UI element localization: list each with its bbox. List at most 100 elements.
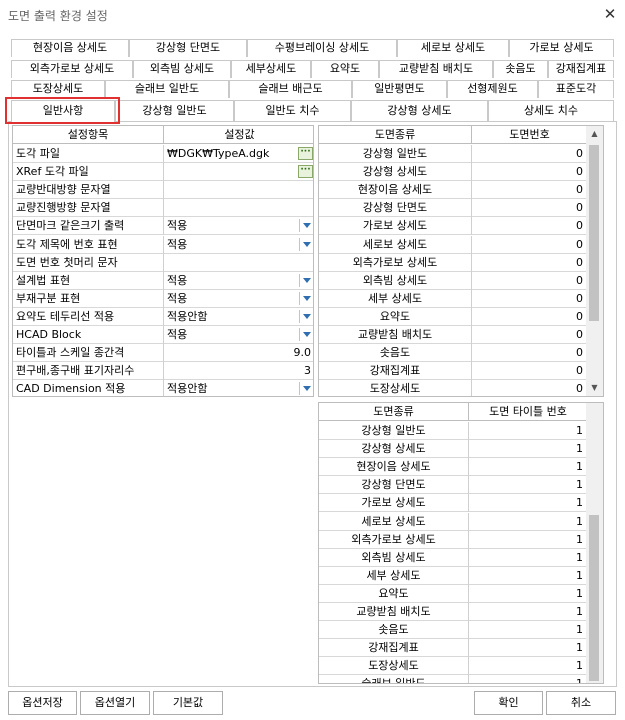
number-cell[interactable]: 0 (472, 271, 588, 290)
setting-value-field[interactable] (164, 163, 313, 181)
tab-slab-general[interactable]: 슬래브 일반도 (105, 80, 229, 98)
setting-select[interactable]: 적용 (164, 326, 313, 344)
tab-alignment-data[interactable]: 선형제원도 (447, 80, 538, 98)
chevron-down-icon[interactable] (299, 382, 313, 396)
number-cell[interactable]: 0 (472, 217, 588, 236)
drawing-type-cell: 강상형 상세도 (319, 163, 472, 182)
setting-value-field[interactable]: ₩DGK₩TypeA.dgk (164, 145, 313, 163)
setting-value-field[interactable] (164, 199, 313, 217)
tab-slab-reinforcement[interactable]: 슬래브 배근도 (229, 80, 352, 98)
number-cell[interactable]: 1 (469, 621, 588, 640)
tab-steel-summary[interactable]: 강재집계표 (548, 60, 614, 78)
number-cell[interactable]: 1 (469, 440, 588, 459)
number-cell[interactable]: 0 (472, 181, 588, 200)
table-row: 강상형 상세도 1 (319, 440, 588, 459)
defaults-button[interactable]: 기본값 (153, 691, 223, 715)
tab-camber[interactable]: 솟음도 (493, 60, 548, 78)
number-cell[interactable]: 0 (472, 362, 588, 381)
tab-box-girder-detail[interactable]: 강상형 상세도 (351, 100, 488, 122)
setting-value-field[interactable] (164, 181, 313, 199)
scroll-thumb[interactable] (589, 145, 599, 321)
setting-select[interactable]: 적용 (164, 272, 313, 290)
save-options-button[interactable]: 옵션저장 (8, 691, 77, 715)
ellipsis-icon[interactable]: ··· (298, 165, 313, 179)
setting-value-field[interactable]: 9.0 (164, 344, 313, 362)
tab-outer-beam-detail[interactable]: 외측빔 상세도 (133, 60, 231, 78)
number-cell[interactable]: 1 (469, 657, 588, 676)
title-number-scrollbar[interactable] (586, 403, 603, 683)
number-cell[interactable]: 1 (469, 548, 588, 567)
tab-sub-detail[interactable]: 세부상세도 (231, 60, 311, 78)
number-cell[interactable]: 1 (469, 458, 588, 477)
setting-select[interactable]: 적용 (164, 290, 313, 308)
setting-value-field[interactable]: 3 (164, 362, 313, 380)
tab-outer-cross-beam-detail[interactable]: 외측가로보 상세도 (11, 60, 133, 78)
number-cell[interactable]: 1 (469, 512, 588, 531)
scroll-up-icon[interactable]: ▲ (586, 126, 603, 142)
number-cell[interactable]: 1 (469, 639, 588, 658)
ok-button[interactable]: 확인 (474, 691, 543, 715)
chevron-down-icon[interactable] (299, 237, 313, 251)
table-row: 솟음도 0 (319, 344, 588, 363)
tab-summary[interactable]: 요약도 (311, 60, 379, 78)
settings-row: 단면마크 같은크기 출력 적용 (13, 217, 313, 236)
number-cell[interactable]: 1 (469, 566, 588, 585)
drawing-type-cell: 솟음도 (319, 344, 472, 363)
tab-horizontal-bracing-detail[interactable]: 수평브레이싱 상세도 (247, 39, 397, 57)
drawing-type-cell: 도장상세도 (319, 380, 472, 396)
chevron-down-icon[interactable] (299, 273, 313, 287)
tab-stringer-detail[interactable]: 세로보 상세도 (397, 39, 509, 57)
chevron-down-icon[interactable] (299, 309, 313, 323)
number-cell[interactable]: 0 (472, 326, 588, 344)
drawing-number-scrollbar[interactable]: ▲ ▼ (586, 126, 603, 396)
setting-select[interactable]: 적용안함 (164, 308, 313, 326)
number-cell[interactable]: 1 (469, 422, 588, 440)
number-cell[interactable]: 1 (469, 675, 588, 683)
drawing-type-cell: 강상형 상세도 (319, 440, 469, 459)
scroll-down-icon[interactable]: ▼ (586, 380, 603, 396)
cancel-button[interactable]: 취소 (546, 691, 616, 715)
table-row: 강재집계표 1 (319, 639, 588, 658)
number-cell[interactable]: 0 (472, 163, 588, 182)
ellipsis-icon[interactable]: ··· (298, 147, 313, 160)
setting-select[interactable]: 적용 (164, 236, 313, 254)
settings-row: 설계법 표현 적용 (13, 271, 313, 290)
tab-standard-frame[interactable]: 표준도각 (538, 80, 614, 98)
tab-detail-dimensions[interactable]: 상세도 치수 (488, 100, 614, 122)
number-cell[interactable]: 0 (472, 289, 588, 308)
number-cell[interactable]: 1 (469, 494, 588, 513)
chevron-down-icon[interactable] (299, 291, 313, 305)
tab-bearing-layout[interactable]: 교량받침 배치도 (379, 60, 493, 78)
number-cell[interactable]: 0 (472, 145, 588, 163)
drawing-type-cell: 세부 상세도 (319, 566, 469, 585)
scroll-thumb[interactable] (589, 515, 599, 681)
chevron-down-icon[interactable] (299, 219, 313, 233)
window-title: 도면 출력 환경 설정 (8, 9, 108, 23)
number-cell[interactable]: 0 (472, 199, 588, 218)
chevron-down-icon[interactable] (299, 328, 313, 341)
setting-value-field[interactable] (164, 254, 313, 272)
tab-general-dimensions[interactable]: 일반도 치수 (234, 100, 351, 122)
drawing-type-cell: 강재집계표 (319, 639, 469, 658)
number-cell[interactable]: 0 (472, 380, 588, 396)
number-cell[interactable]: 1 (469, 584, 588, 603)
tab-painting-detail[interactable]: 도장상세도 (11, 80, 105, 98)
tab-cross-beam-detail[interactable]: 가로보 상세도 (509, 39, 614, 57)
tab-general-plan[interactable]: 일반평면도 (352, 80, 447, 98)
tab-box-girder-general[interactable]: 강상형 일반도 (115, 100, 234, 122)
tab-box-girder-section[interactable]: 강상형 단면도 (129, 39, 247, 57)
tab-field-splice-detail[interactable]: 현장이음 상세도 (11, 39, 129, 57)
setting-select[interactable]: 적용 (164, 217, 313, 235)
number-cell[interactable]: 0 (472, 307, 588, 326)
close-icon[interactable]: ✕ (601, 5, 619, 23)
number-cell[interactable]: 0 (472, 235, 588, 254)
drawing-number-grid: 도면종류 도면번호 강상형 일반도 0 강상형 상세도 0 현장이음 상세도 0 강상형 단… (318, 125, 604, 397)
number-cell[interactable]: 0 (472, 344, 588, 363)
number-cell[interactable]: 0 (472, 253, 588, 272)
number-cell[interactable]: 1 (469, 603, 588, 621)
number-cell[interactable]: 1 (469, 530, 588, 549)
drawing-type-cell: 요약도 (319, 307, 472, 326)
number-cell[interactable]: 1 (469, 476, 588, 495)
open-options-button[interactable]: 옵션열기 (80, 691, 150, 715)
setting-select[interactable]: 적용안함 (164, 380, 313, 396)
